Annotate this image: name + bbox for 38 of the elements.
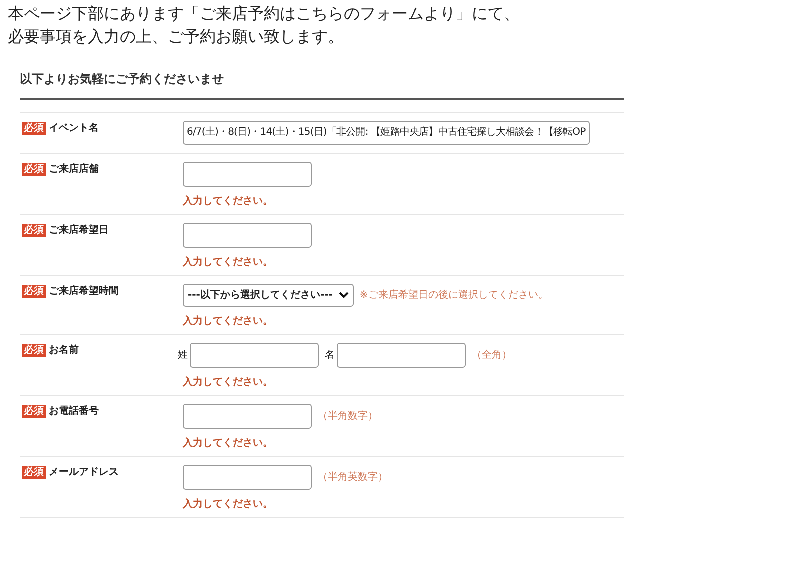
input-field[interactable]: [183, 465, 312, 490]
field-hint: （全角）: [472, 349, 512, 363]
field-sublabel: 姓: [178, 349, 188, 363]
input-field[interactable]: [190, 343, 319, 368]
input-field[interactable]: 6/7(土)・8(日)・14(土)・15(日)「非公開: 【姫路中央店】中古住宅探し大相談会！【移転OP: [183, 121, 590, 145]
field-label: ご来店希望日: [49, 224, 109, 237]
required-badge: 必須: [22, 122, 46, 135]
field-sublabel: 名: [325, 349, 335, 363]
field-label: ご来店希望時間: [49, 285, 119, 298]
error-message: 入力してください。: [183, 256, 274, 269]
error-message: 入力してください。: [183, 437, 274, 450]
required-badge: 必須: [22, 344, 46, 357]
field-hint: ※ご来店希望日の後に選択してください。: [360, 288, 548, 303]
field-label: イベント名: [49, 122, 99, 135]
input-field[interactable]: [183, 223, 312, 248]
error-message: 入力してください。: [183, 376, 274, 389]
select-field[interactable]: ---以下から選択してください---: [183, 284, 354, 307]
required-badge: 必須: [22, 405, 46, 418]
field-hint: （半角英数字）: [318, 470, 388, 485]
required-badge: 必須: [22, 163, 46, 176]
form-heading: 以下よりお気軽にご予約くださいませ: [20, 70, 624, 100]
field-label: メールアドレス: [49, 466, 119, 479]
field-label: お名前: [49, 344, 79, 357]
input-field[interactable]: [337, 343, 466, 368]
field-label: ご来店店舗: [49, 163, 99, 176]
chevron-down-icon: [338, 292, 349, 299]
input-field[interactable]: [183, 404, 312, 429]
input-field[interactable]: [183, 162, 312, 187]
error-message: 入力してください。: [183, 195, 274, 208]
error-message: 入力してください。: [183, 498, 274, 511]
intro-text: 必要事項を入力の上、ご予約お願い致します。: [8, 26, 345, 48]
intro-text: 本ページ下部にあります「ご来店予約はこちらのフォームより」にて、: [8, 3, 521, 25]
field-hint: （半角数字）: [318, 410, 378, 424]
required-badge: 必須: [22, 466, 46, 479]
field-label: お電話番号: [49, 405, 99, 418]
required-badge: 必須: [22, 285, 46, 298]
error-message: 入力してください。: [183, 315, 274, 328]
required-badge: 必須: [22, 224, 46, 237]
